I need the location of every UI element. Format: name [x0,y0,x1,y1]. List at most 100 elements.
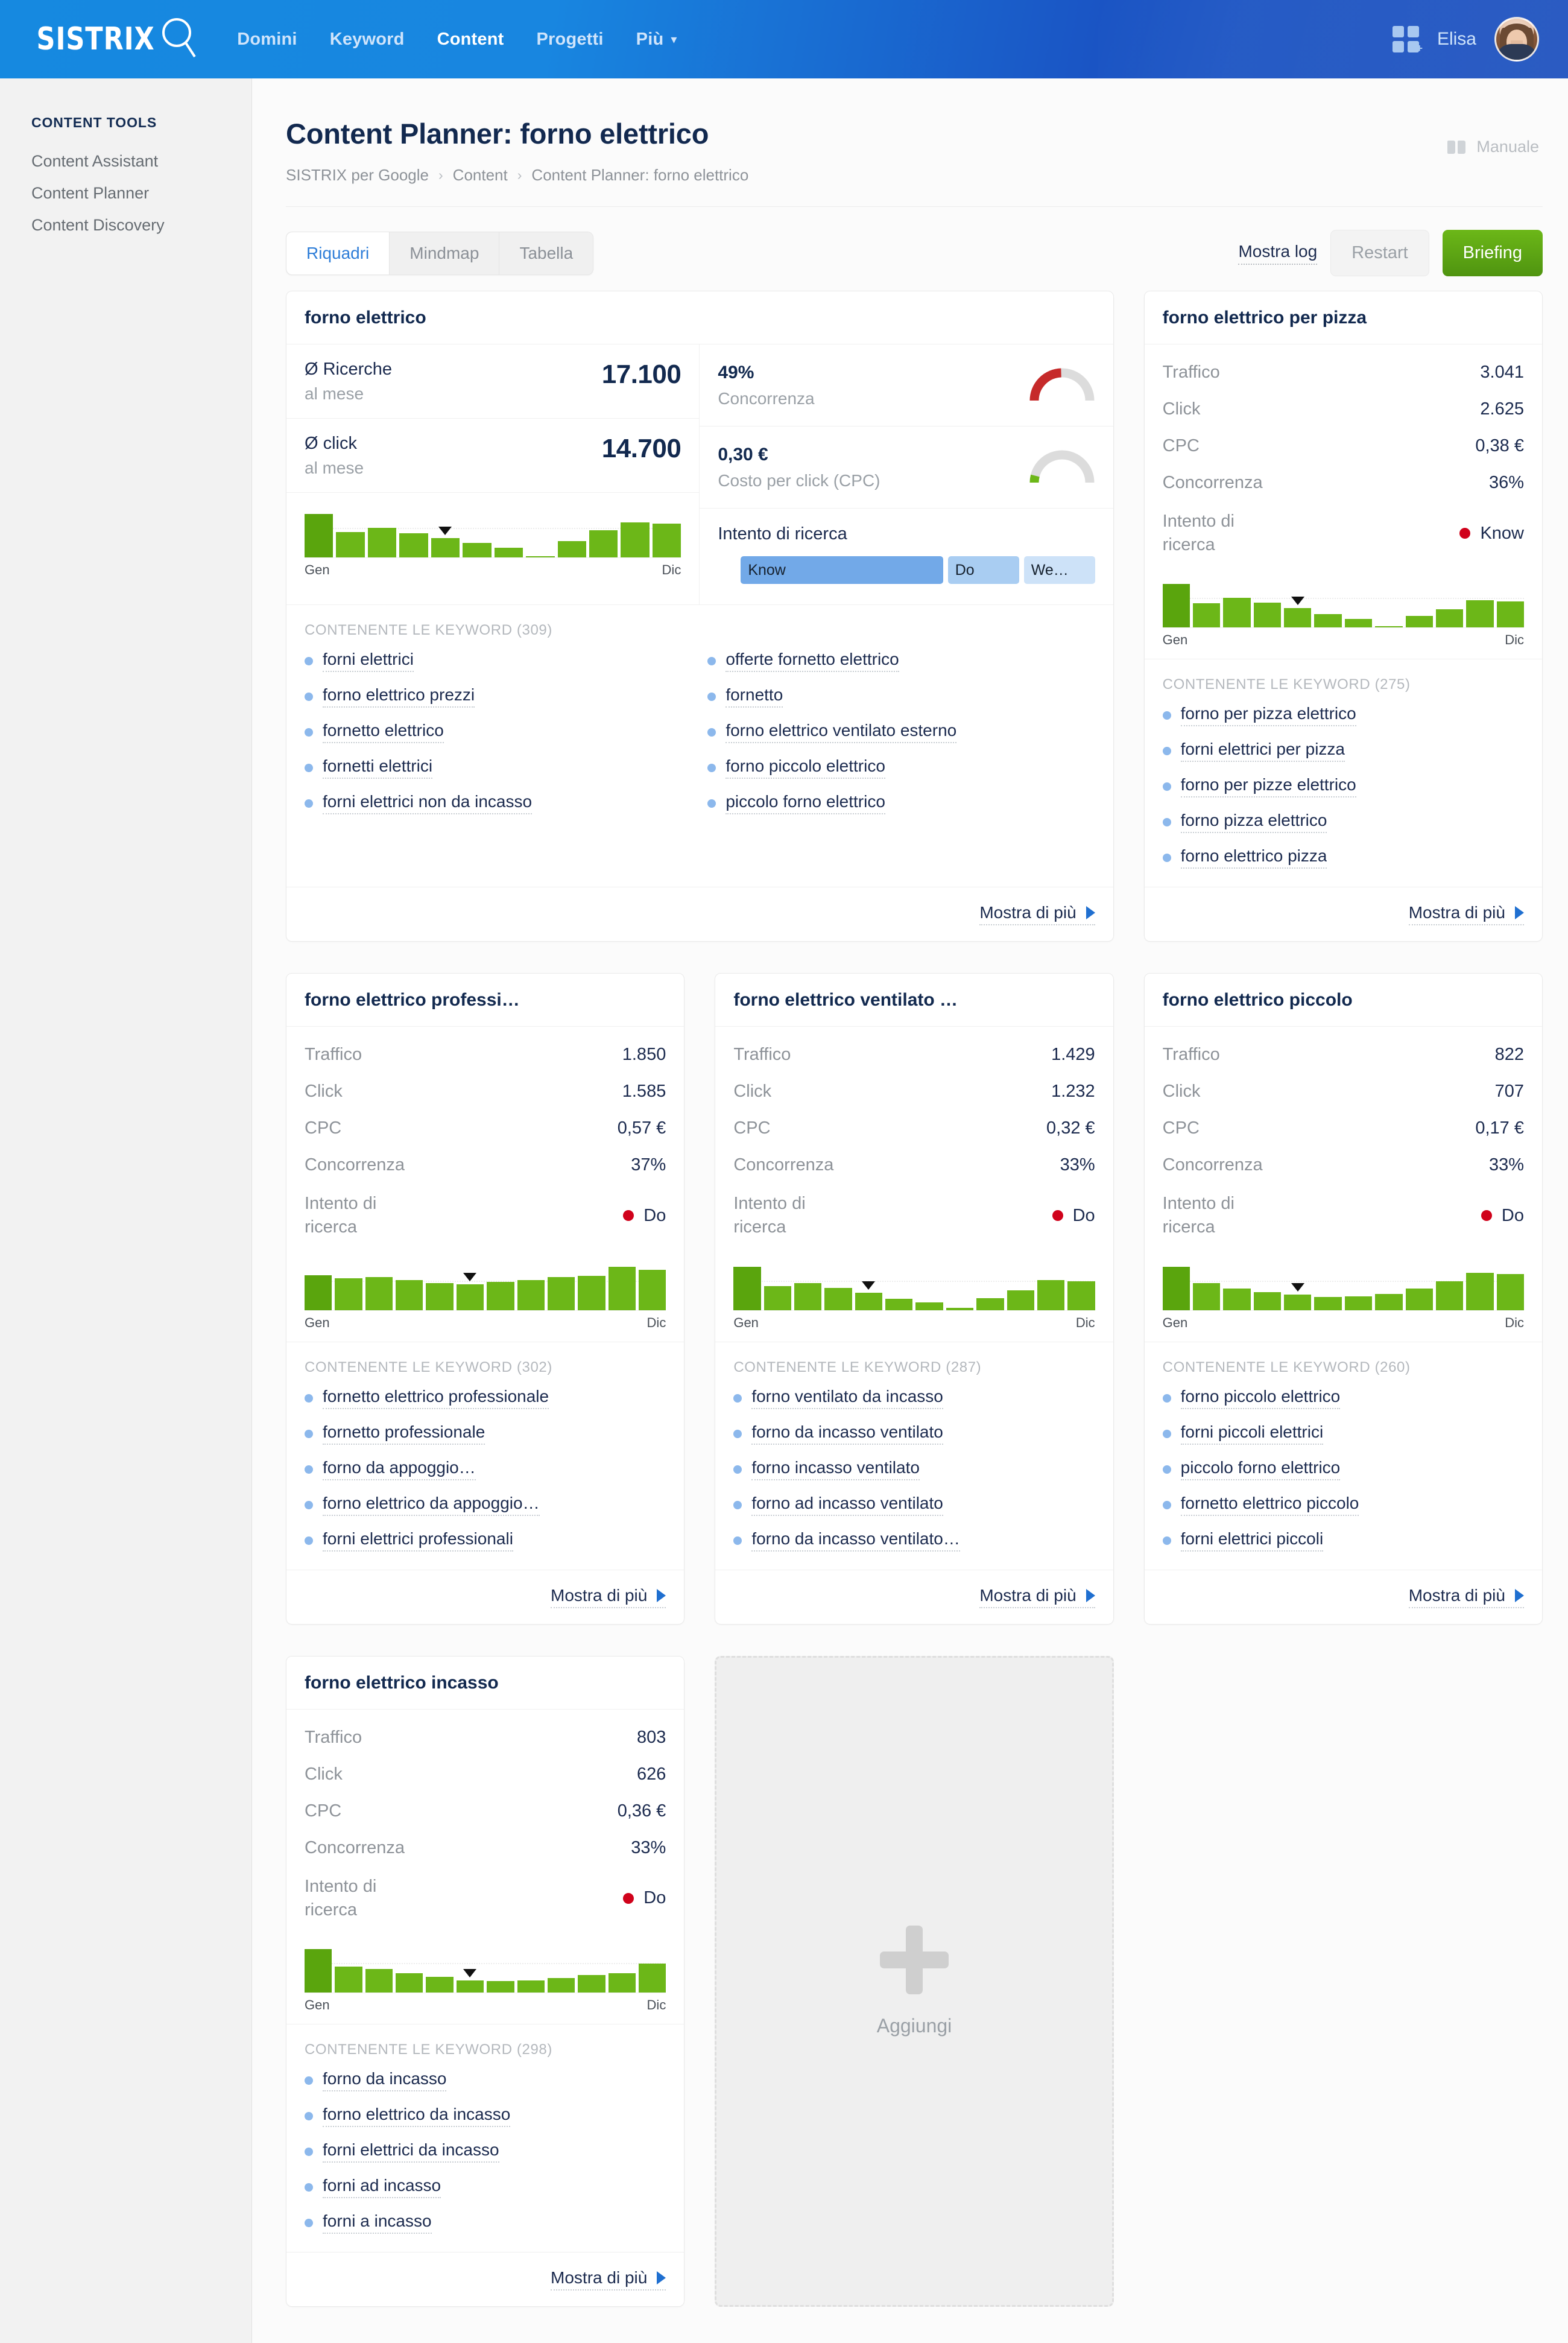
list-item[interactable]: forni elettrici non da incasso [305,792,692,814]
sistrix-logo[interactable]: SISTRIX [31,17,197,62]
list-item[interactable]: forno incasso ventilato [733,1458,1095,1480]
list-item[interactable]: fornetto professionale [305,1422,666,1445]
keyword-link[interactable]: fornetto [726,685,783,708]
show-more-button[interactable]: Mostra di più [1408,903,1524,926]
list-item[interactable]: fornetto [707,685,1095,708]
list-item[interactable]: forni elettrici professionali [305,1529,666,1552]
keyword-link[interactable]: forno elettrico pizza [1180,846,1327,869]
breadcrumb-item-2[interactable]: Content [453,166,508,185]
list-item[interactable]: offerte fornetto elettrico [707,650,1095,672]
tab-tabella[interactable]: Tabella [499,232,593,274]
list-item[interactable]: forni a incasso [305,2211,666,2234]
list-item[interactable]: forno elettrico pizza [1162,846,1524,869]
keyword-link[interactable]: forni elettrici da incasso [323,2140,499,2163]
list-item[interactable]: fornetto elettrico [305,721,692,743]
show-more-button[interactable]: Mostra di più [979,1586,1095,1608]
intent-bar-know[interactable]: Know [741,556,943,584]
keyword-link[interactable]: fornetto elettrico piccolo [1180,1494,1359,1516]
show-more-button[interactable]: Mostra di più [551,2268,666,2291]
keyword-link[interactable]: forno elettrico da incasso [323,2105,511,2127]
nav-item-progetti[interactable]: Progetti [537,30,604,49]
list-item[interactable]: forno ventilato da incasso [733,1387,1095,1409]
list-item[interactable]: forno elettrico da incasso [305,2105,666,2127]
user-name-label[interactable]: Elisa [1437,29,1476,49]
sidebar-item-content-discovery[interactable]: Content Discovery [31,216,251,235]
briefing-button[interactable]: Briefing [1442,230,1543,276]
keyword-link[interactable]: forno da incasso ventilato [751,1422,943,1445]
restart-button[interactable]: Restart [1330,230,1429,276]
keyword-link[interactable]: forni piccoli elettrici [1180,1422,1324,1445]
keyword-link[interactable]: forno elettrico ventilato esterno [726,721,957,743]
breadcrumb-item-1[interactable]: SISTRIX per Google [286,166,429,185]
list-item[interactable]: fornetti elettrici [305,756,692,779]
sidebar-item-content-planner[interactable]: Content Planner [31,184,251,203]
show-more-button[interactable]: Mostra di più [551,1586,666,1608]
keyword-link[interactable]: forni elettrici [323,650,414,672]
keyword-link[interactable]: forni elettrici professionali [323,1529,513,1552]
list-item[interactable]: forni elettrici per pizza [1162,740,1524,763]
manuale-link[interactable]: Manuale [1447,138,1539,156]
list-item[interactable]: forno da incasso [305,2069,666,2091]
keyword-link[interactable]: piccolo forno elettrico [1180,1458,1341,1480]
keyword-link[interactable]: forno elettrico prezzi [323,685,475,708]
keyword-link[interactable]: forno incasso ventilato [751,1458,920,1480]
list-item[interactable]: piccolo forno elettrico [707,792,1095,814]
list-item[interactable]: forno elettrico prezzi [305,685,692,708]
list-item[interactable]: forni ad incasso [305,2176,666,2198]
keyword-link[interactable]: forno da incasso [323,2069,447,2091]
nav-item-piu[interactable]: Più ▾ [636,30,677,49]
grid-apps-icon[interactable]: + [1392,26,1423,54]
list-item[interactable]: forno elettrico ventilato esterno [707,721,1095,743]
nav-item-keyword[interactable]: Keyword [330,30,405,49]
keyword-link[interactable]: forno ad incasso ventilato [751,1494,943,1516]
list-item[interactable]: forno pizza elettrico [1162,811,1524,834]
list-item[interactable]: forni elettrici da incasso [305,2140,666,2163]
list-item[interactable]: forno piccolo elettrico [1162,1387,1524,1409]
keyword-link[interactable]: forno ventilato da incasso [751,1387,943,1409]
list-item[interactable]: forno elettrico da appoggio… [305,1494,666,1516]
list-item[interactable]: fornetto elettrico piccolo [1162,1494,1524,1516]
list-item[interactable]: fornetto elettrico professionale [305,1387,666,1409]
keyword-link[interactable]: offerte fornetto elettrico [726,650,899,672]
add-card-button[interactable]: Aggiungi [715,1655,1114,2307]
keyword-link[interactable]: forni ad incasso [323,2176,441,2198]
keyword-link[interactable]: piccolo forno elettrico [726,792,885,814]
keyword-link[interactable]: forno per pizze elettrico [1180,775,1356,798]
keyword-link[interactable]: fornetto elettrico professionale [323,1387,549,1409]
list-item[interactable]: forno piccolo elettrico [707,756,1095,779]
keyword-link[interactable]: forno da appoggio… [323,1458,476,1480]
tab-riquadri[interactable]: Riquadri [286,232,390,274]
keyword-link[interactable]: forno da incasso ventilato… [751,1529,960,1552]
keyword-card-featured[interactable]: forno elettrico Ø Ricerche al mese 17.10… [286,291,1114,942]
keyword-link[interactable]: forno per pizza elettrico [1180,704,1356,727]
keyword-link[interactable]: fornetti elettrici [323,756,433,779]
intent-bar-we[interactable]: We… [1023,556,1095,584]
avatar[interactable] [1494,17,1539,62]
keyword-card[interactable]: forno elettrico per pizza Traffico 3.041… [1143,291,1543,942]
keyword-card[interactable]: forno elettrico ventilato … Traffico 1.4… [715,973,1114,1625]
keyword-link[interactable]: fornetto elettrico [323,721,444,743]
keyword-link[interactable]: forni elettrici non da incasso [323,792,533,814]
keyword-link[interactable]: forno elettrico da appoggio… [323,1494,540,1516]
keyword-link[interactable]: forno piccolo elettrico [726,756,885,779]
show-more-button[interactable]: Mostra di più [979,903,1095,926]
keyword-link[interactable]: forno pizza elettrico [1180,811,1327,834]
list-item[interactable]: forno per pizza elettrico [1162,704,1524,727]
keyword-link[interactable]: fornetto professionale [323,1422,485,1445]
list-item[interactable]: forni elettrici [305,650,692,672]
mostra-log-link[interactable]: Mostra log [1238,242,1318,265]
list-item[interactable]: forni elettrici piccoli [1162,1529,1524,1552]
nav-item-domini[interactable]: Domini [237,30,297,49]
sidebar-item-content-assistant[interactable]: Content Assistant [31,152,251,171]
keyword-link[interactable]: forni a incasso [323,2211,432,2234]
list-item[interactable]: forno per pizze elettrico [1162,775,1524,798]
list-item[interactable]: forno da incasso ventilato… [733,1529,1095,1552]
list-item[interactable]: forno da appoggio… [305,1458,666,1480]
keyword-card[interactable]: forno elettrico professi… Traffico 1.850… [286,973,685,1625]
keyword-link[interactable]: forno piccolo elettrico [1180,1387,1341,1409]
keyword-card[interactable]: forno elettrico piccolo Traffico 822 Cli… [1143,973,1543,1625]
keyword-link[interactable]: forni elettrici per pizza [1180,740,1345,763]
list-item[interactable]: forno da incasso ventilato [733,1422,1095,1445]
list-item[interactable]: forno ad incasso ventilato [733,1494,1095,1516]
keyword-card[interactable]: forno elettrico incasso Traffico 803 Cli… [286,1655,685,2307]
